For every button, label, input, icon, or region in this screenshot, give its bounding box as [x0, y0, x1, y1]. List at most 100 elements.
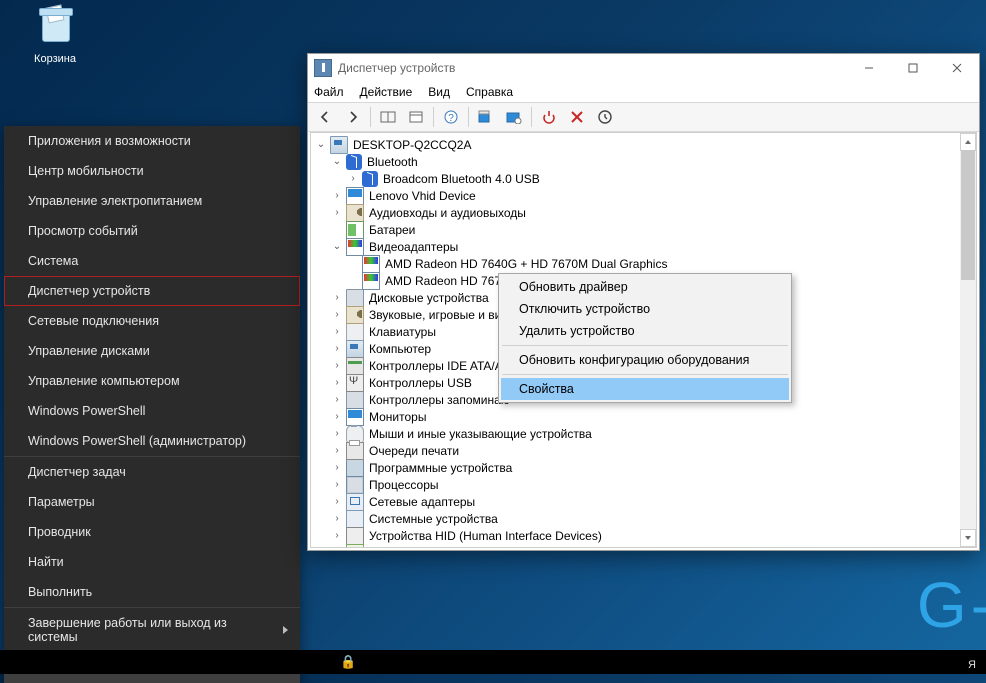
winx-item[interactable]: Найти — [4, 547, 300, 577]
winx-item[interactable]: Управление компьютером — [4, 366, 300, 396]
tree-node[interactable]: ⌄Видеоадаптеры — [315, 239, 960, 255]
scroll-up-button[interactable] — [960, 133, 976, 151]
winx-item[interactable]: Сетевые подключения — [4, 306, 300, 336]
close-button[interactable] — [935, 54, 979, 82]
tree-toggle[interactable]: › — [331, 528, 343, 544]
menu-item[interactable]: Справка — [466, 85, 513, 99]
tree-node[interactable]: ⌄DESKTOP-Q2CCQ2A — [315, 137, 960, 153]
menu-item[interactable]: Вид — [428, 85, 450, 99]
tree-node[interactable]: ›Broadcom Bluetooth 4.0 USB — [315, 171, 960, 187]
tree-node[interactable]: Батареи — [315, 222, 960, 238]
tree-toggle[interactable]: › — [331, 358, 343, 374]
tree-node[interactable]: AMD Radeon HD 7640G + HD 7670M Dual Grap… — [315, 256, 960, 272]
show-hidden-button[interactable] — [375, 105, 401, 129]
scroll-down-button[interactable] — [960, 529, 976, 547]
storage-icon — [346, 391, 364, 409]
winx-item[interactable]: Просмотр событий — [4, 216, 300, 246]
enable-device-button[interactable] — [592, 105, 618, 129]
tree-toggle[interactable]: › — [331, 307, 343, 323]
tree-toggle[interactable]: › — [331, 511, 343, 527]
minimize-button[interactable] — [847, 54, 891, 82]
tree-toggle[interactable]: ⌄ — [331, 239, 343, 255]
tree-toggle[interactable]: › — [331, 188, 343, 204]
tree-node[interactable]: ›Аудиовходы и аудиовыходы — [315, 205, 960, 221]
tree-node[interactable]: ›Устройства обработки изображений — [315, 545, 960, 547]
tree-toggle[interactable]: ⌄ — [331, 154, 343, 170]
device-context-menu[interactable]: Обновить драйверОтключить устройствоУдал… — [498, 273, 792, 403]
winx-item[interactable]: Диспетчер задач — [4, 457, 300, 487]
tree-toggle[interactable]: › — [331, 341, 343, 357]
tree-toggle[interactable]: › — [331, 375, 343, 391]
sound-icon — [346, 306, 364, 324]
taskbar-pinned-icon[interactable]: 🔒 — [340, 650, 356, 674]
tree-toggle[interactable]: › — [331, 494, 343, 510]
tree-node[interactable]: ›Устройства HID (Human Interface Devices… — [315, 528, 960, 544]
menu-item[interactable]: Файл — [314, 85, 344, 99]
menubar[interactable]: Файл Действие Вид Справка — [308, 82, 979, 102]
taskbar[interactable]: 🔒 Я — [0, 650, 986, 674]
tree-node[interactable]: ⌄ Bluetooth — [315, 154, 960, 170]
help-button[interactable]: ? — [438, 105, 464, 129]
winx-item[interactable]: Windows PowerShell — [4, 396, 300, 426]
winx-item[interactable]: Windows PowerShell (администратор) — [4, 426, 300, 456]
winx-menu[interactable]: Приложения и возможностиЦентр мобильност… — [4, 126, 300, 683]
tree-node[interactable]: › Сетевые адаптеры — [315, 494, 960, 510]
scan-hardware-button[interactable] — [501, 105, 527, 129]
toolbar[interactable]: ? — [308, 102, 979, 132]
recycle-bin[interactable]: Корзина — [14, 6, 96, 65]
winx-item[interactable]: Управление дисками — [4, 336, 300, 366]
forward-button[interactable] — [340, 105, 366, 129]
tree-node[interactable]: ›Lenovo Vhid Device — [315, 188, 960, 204]
winx-item[interactable]: Система — [4, 246, 300, 276]
cpu-icon — [346, 476, 364, 494]
tree-toggle[interactable]: › — [331, 426, 343, 442]
tree-toggle[interactable]: › — [331, 205, 343, 221]
winx-item[interactable]: Управление электропитанием — [4, 186, 300, 216]
context-separator — [502, 374, 788, 375]
monitor-icon — [346, 408, 364, 426]
tree-node[interactable]: ›Системные устройства — [315, 511, 960, 527]
tree-node[interactable]: › Программные устройства — [315, 460, 960, 476]
tree-toggle[interactable]: › — [331, 392, 343, 408]
menu-item[interactable]: Действие — [360, 85, 413, 99]
vertical-scrollbar[interactable] — [960, 133, 976, 547]
tree-label: Сетевые адаптеры — [367, 494, 477, 510]
properties-button[interactable] — [403, 105, 429, 129]
uninstall-device-button[interactable] — [564, 105, 590, 129]
tree-node[interactable]: ›Процессоры — [315, 477, 960, 493]
disable-device-button[interactable] — [536, 105, 562, 129]
context-item[interactable]: Отключить устройство — [501, 298, 789, 320]
winx-item[interactable]: Проводник — [4, 517, 300, 547]
back-button[interactable] — [312, 105, 338, 129]
scroll-thumb[interactable] — [961, 150, 975, 280]
tree-toggle[interactable]: › — [331, 443, 343, 459]
tree-toggle[interactable]: › — [331, 477, 343, 493]
tree-node[interactable]: ›Очереди печати — [315, 443, 960, 459]
tree-toggle[interactable]: › — [331, 324, 343, 340]
winx-item[interactable]: Приложения и возможности — [4, 126, 300, 156]
titlebar[interactable]: Диспетчер устройств — [308, 54, 979, 82]
context-item[interactable]: Свойства — [501, 378, 789, 400]
winx-item[interactable]: Выполнить — [4, 577, 300, 607]
tree-node[interactable]: ›Мыши и иные указывающие устройства — [315, 426, 960, 442]
tree-node[interactable]: ›Мониторы — [315, 409, 960, 425]
winx-item[interactable]: Диспетчер устройств — [4, 276, 300, 306]
winx-item[interactable]: Завершение работы или выход из системы — [4, 608, 300, 652]
context-item[interactable]: Обновить конфигурацию оборудования — [501, 349, 789, 371]
tree-label: Bluetooth — [365, 154, 420, 170]
display-icon — [362, 272, 380, 290]
tree-toggle[interactable]: › — [331, 545, 343, 547]
update-driver-button[interactable] — [473, 105, 499, 129]
taskbar-tray[interactable]: Я — [968, 659, 976, 671]
tree-toggle[interactable]: ⌄ — [315, 137, 327, 153]
tree-toggle[interactable]: › — [331, 460, 343, 476]
tree-label: Программные устройства — [367, 460, 514, 476]
tree-toggle[interactable]: › — [331, 290, 343, 306]
tree-toggle[interactable]: › — [331, 409, 343, 425]
context-item[interactable]: Удалить устройство — [501, 320, 789, 342]
context-item[interactable]: Обновить драйвер — [501, 276, 789, 298]
winx-item[interactable]: Параметры — [4, 487, 300, 517]
winx-item[interactable]: Центр мобильности — [4, 156, 300, 186]
maximize-button[interactable] — [891, 54, 935, 82]
tree-toggle[interactable]: › — [347, 171, 359, 187]
